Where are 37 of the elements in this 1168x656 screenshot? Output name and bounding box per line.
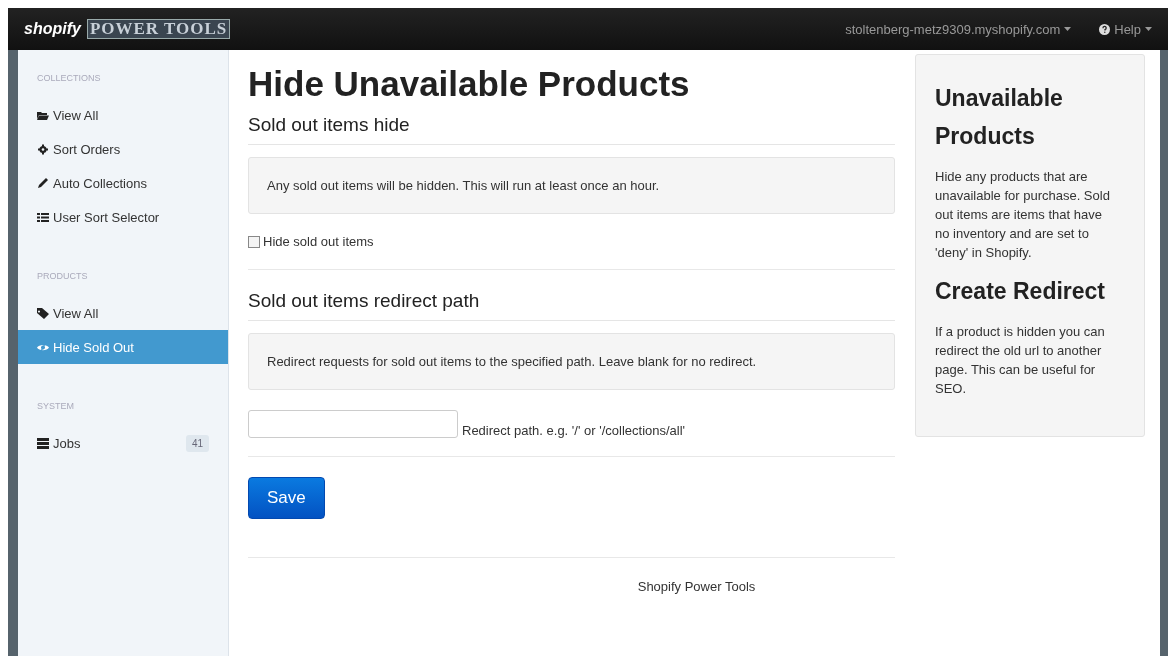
sidebar-item[interactable]: Sort Orders <box>18 132 228 166</box>
brand-tagline: POWER TOOLS <box>86 19 231 39</box>
save-button[interactable]: Save <box>248 477 325 519</box>
count-badge: 41 <box>185 434 209 452</box>
folder-icon <box>37 109 49 121</box>
sidebar-heading: COLLECTIONS <box>36 72 102 85</box>
sidebar-heading: SYSTEM <box>36 400 75 413</box>
footer-text: Shopify Power Tools <box>637 579 756 594</box>
sidebar-item[interactable]: View All <box>18 296 228 330</box>
page-title: Hide Unavailable Products <box>248 64 691 104</box>
checkbox[interactable] <box>248 235 260 248</box>
field-hint: Redirect path. e.g. '/' or '/collections/all' <box>462 423 686 438</box>
panel-heading: Unavailable Products <box>935 84 1064 151</box>
list-icon <box>37 211 49 223</box>
input-field[interactable] <box>248 410 458 438</box>
server-icon <box>37 437 49 449</box>
help-icon <box>1099 23 1111 35</box>
panel-text: Hide any products that are unavailable for purchase. Sold out items are items that have no inventory and are set to 'deny' in Shopify. <box>935 168 1111 262</box>
sidebar-item[interactable]: Jobs 41 <box>18 426 228 460</box>
help-menu[interactable]: Help <box>1099 21 1152 37</box>
sidebar-heading: PRODUCTS <box>36 270 89 283</box>
tag-icon <box>37 307 49 319</box>
shop-menu[interactable]: stoltenberg-metz9309.myshopify.com <box>845 21 1072 37</box>
sidebar-item[interactable]: View All <box>18 98 228 132</box>
info-note: Redirect requests for sold out items to the specified path. Leave blank for no redirect. <box>248 333 895 390</box>
panel-text: If a product is hidden you can redirect the old url to another page. This can be useful for SEO. <box>935 323 1106 398</box>
sidebar-item[interactable]: Auto Collections <box>18 166 228 200</box>
info-note: Any sold out items will be hidden. This will run at least once an hour. <box>248 157 895 214</box>
checkbox-label[interactable]: Hide sold out items <box>248 234 895 249</box>
sidebar-item[interactable]: User Sort Selector <box>18 200 228 234</box>
section-heading: Sold out items redirect path <box>248 290 895 321</box>
panel-heading: Create Redirect <box>935 277 1107 306</box>
pencil-icon <box>37 177 49 189</box>
caret-icon <box>1145 27 1152 31</box>
brand-logo[interactable]: shopify <box>24 20 81 38</box>
caret-icon <box>1064 27 1072 31</box>
section-heading: Sold out items hide <box>248 114 895 145</box>
